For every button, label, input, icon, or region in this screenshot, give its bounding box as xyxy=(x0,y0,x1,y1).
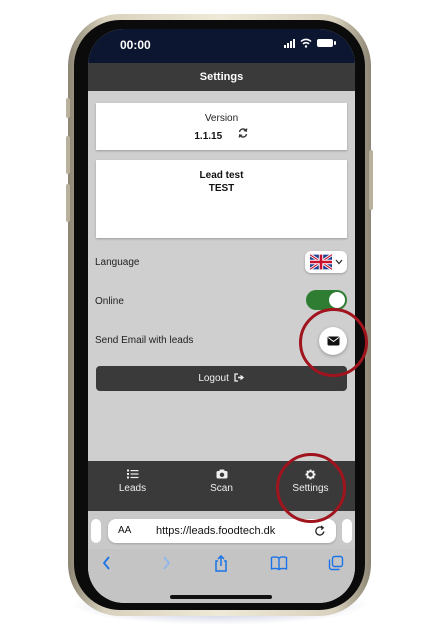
wifi-icon xyxy=(300,38,312,48)
status-icons xyxy=(284,38,336,48)
logout-button[interactable]: Logout xyxy=(96,366,347,391)
page-title: Settings xyxy=(88,63,355,91)
tab-leads[interactable]: Leads xyxy=(88,461,177,511)
chevron-down-icon xyxy=(335,259,342,265)
refresh-icon[interactable] xyxy=(237,126,249,144)
text-size-button[interactable]: AA xyxy=(118,525,131,536)
volume-up-button xyxy=(66,136,70,174)
status-time: 00:00 xyxy=(120,38,151,52)
online-toggle[interactable] xyxy=(306,290,347,310)
power-button xyxy=(369,150,373,210)
volume-down-button xyxy=(66,184,70,222)
lead-title: Lead test xyxy=(199,170,244,181)
address-bar[interactable]: AA https://leads.foodtech.dk xyxy=(108,519,336,543)
tab-scan[interactable]: Scan xyxy=(177,461,266,511)
forward-icon[interactable] xyxy=(160,555,172,576)
bookmarks-icon[interactable] xyxy=(270,555,288,576)
next-tab-preview xyxy=(342,519,352,543)
lead-card: Lead test TEST xyxy=(96,160,347,238)
previous-tab-preview xyxy=(91,519,101,543)
url-text: https://leads.foodtech.dk xyxy=(156,525,276,537)
signal-icon xyxy=(284,38,295,48)
back-icon[interactable] xyxy=(101,555,113,576)
uk-flag-icon xyxy=(309,254,332,270)
settings-tab-highlight-circle xyxy=(276,453,346,523)
toggle-knob xyxy=(329,292,345,308)
online-label: Online xyxy=(95,296,124,307)
list-icon xyxy=(126,469,138,479)
home-indicator xyxy=(170,595,272,599)
settings-content: Version 1.1.15 Lead test TEST Language O… xyxy=(88,91,355,461)
tab-leads-label: Leads xyxy=(118,483,147,494)
tab-scan-label: Scan xyxy=(210,483,233,494)
browser-toolbar xyxy=(88,549,355,603)
language-label: Language xyxy=(95,257,140,268)
mute-switch xyxy=(66,98,70,118)
version-value: 1.1.15 xyxy=(194,131,223,143)
status-bar: 00:00 xyxy=(88,29,355,63)
logout-label: Logout xyxy=(198,373,229,384)
camera-icon xyxy=(216,469,227,479)
language-select[interactable] xyxy=(305,251,347,273)
version-card: Version 1.1.15 xyxy=(96,103,347,150)
lead-subtitle: TEST xyxy=(208,183,235,194)
share-icon[interactable] xyxy=(213,554,229,578)
version-label: Version xyxy=(204,113,239,124)
battery-icon xyxy=(317,39,336,47)
tabs-icon[interactable] xyxy=(328,555,344,576)
send-email-label: Send Email with leads xyxy=(95,335,194,346)
email-highlight-circle xyxy=(299,308,368,377)
logout-icon xyxy=(234,373,244,382)
reload-icon[interactable] xyxy=(314,524,326,542)
